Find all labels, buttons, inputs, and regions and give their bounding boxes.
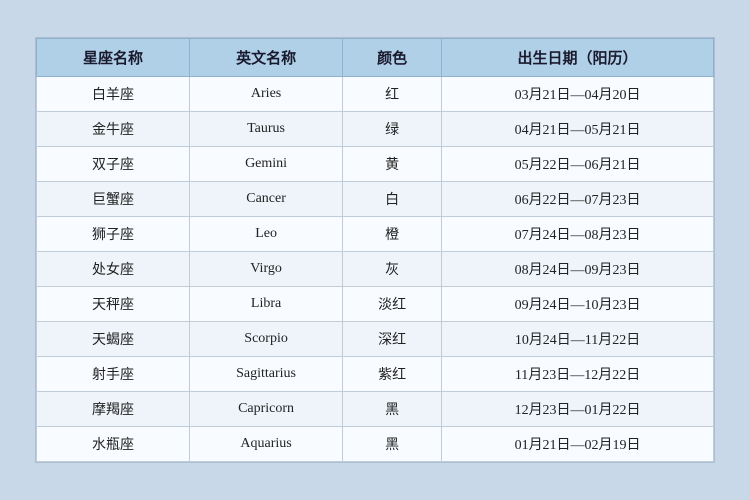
cell-color: 灰 bbox=[343, 252, 442, 287]
cell-birthdate: 05月22日—06月21日 bbox=[442, 147, 714, 182]
cell-birthdate: 01月21日—02月19日 bbox=[442, 427, 714, 462]
cell-english-name: Sagittarius bbox=[190, 357, 343, 392]
cell-color: 红 bbox=[343, 77, 442, 112]
cell-english-name: Taurus bbox=[190, 112, 343, 147]
cell-birthdate: 03月21日—04月20日 bbox=[442, 77, 714, 112]
cell-color: 黑 bbox=[343, 427, 442, 462]
cell-birthdate: 11月23日—12月22日 bbox=[442, 357, 714, 392]
cell-color: 黄 bbox=[343, 147, 442, 182]
cell-chinese-name: 白羊座 bbox=[37, 77, 190, 112]
table-row: 射手座Sagittarius紫红11月23日—12月22日 bbox=[37, 357, 714, 392]
cell-birthdate: 09月24日—10月23日 bbox=[442, 287, 714, 322]
cell-chinese-name: 摩羯座 bbox=[37, 392, 190, 427]
table-body: 白羊座Aries红03月21日—04月20日金牛座Taurus绿04月21日—0… bbox=[37, 77, 714, 462]
cell-chinese-name: 射手座 bbox=[37, 357, 190, 392]
cell-english-name: Gemini bbox=[190, 147, 343, 182]
cell-chinese-name: 天蝎座 bbox=[37, 322, 190, 357]
cell-birthdate: 06月22日—07月23日 bbox=[442, 182, 714, 217]
cell-chinese-name: 巨蟹座 bbox=[37, 182, 190, 217]
cell-english-name: Leo bbox=[190, 217, 343, 252]
cell-color: 淡红 bbox=[343, 287, 442, 322]
cell-english-name: Virgo bbox=[190, 252, 343, 287]
cell-chinese-name: 金牛座 bbox=[37, 112, 190, 147]
cell-english-name: Aries bbox=[190, 77, 343, 112]
cell-chinese-name: 双子座 bbox=[37, 147, 190, 182]
table-row: 处女座Virgo灰08月24日—09月23日 bbox=[37, 252, 714, 287]
cell-color: 紫红 bbox=[343, 357, 442, 392]
zodiac-table: 星座名称 英文名称 颜色 出生日期（阳历） 白羊座Aries红03月21日—04… bbox=[36, 38, 714, 462]
table-header-row: 星座名称 英文名称 颜色 出生日期（阳历） bbox=[37, 39, 714, 77]
cell-birthdate: 04月21日—05月21日 bbox=[442, 112, 714, 147]
table-row: 双子座Gemini黄05月22日—06月21日 bbox=[37, 147, 714, 182]
table-row: 天秤座Libra淡红09月24日—10月23日 bbox=[37, 287, 714, 322]
header-color: 颜色 bbox=[343, 39, 442, 77]
zodiac-table-container: 星座名称 英文名称 颜色 出生日期（阳历） 白羊座Aries红03月21日—04… bbox=[35, 37, 715, 463]
cell-color: 橙 bbox=[343, 217, 442, 252]
table-row: 天蝎座Scorpio深红10月24日—11月22日 bbox=[37, 322, 714, 357]
cell-english-name: Scorpio bbox=[190, 322, 343, 357]
cell-color: 白 bbox=[343, 182, 442, 217]
cell-english-name: Libra bbox=[190, 287, 343, 322]
cell-birthdate: 10月24日—11月22日 bbox=[442, 322, 714, 357]
cell-color: 绿 bbox=[343, 112, 442, 147]
cell-chinese-name: 水瓶座 bbox=[37, 427, 190, 462]
cell-birthdate: 08月24日—09月23日 bbox=[442, 252, 714, 287]
cell-chinese-name: 狮子座 bbox=[37, 217, 190, 252]
table-row: 白羊座Aries红03月21日—04月20日 bbox=[37, 77, 714, 112]
cell-birthdate: 12月23日—01月22日 bbox=[442, 392, 714, 427]
cell-chinese-name: 天秤座 bbox=[37, 287, 190, 322]
header-birthdate: 出生日期（阳历） bbox=[442, 39, 714, 77]
header-chinese-name: 星座名称 bbox=[37, 39, 190, 77]
cell-english-name: Capricorn bbox=[190, 392, 343, 427]
cell-english-name: Cancer bbox=[190, 182, 343, 217]
cell-chinese-name: 处女座 bbox=[37, 252, 190, 287]
cell-english-name: Aquarius bbox=[190, 427, 343, 462]
table-row: 摩羯座Capricorn黑12月23日—01月22日 bbox=[37, 392, 714, 427]
cell-color: 深红 bbox=[343, 322, 442, 357]
cell-color: 黑 bbox=[343, 392, 442, 427]
table-row: 巨蟹座Cancer白06月22日—07月23日 bbox=[37, 182, 714, 217]
table-row: 水瓶座Aquarius黑01月21日—02月19日 bbox=[37, 427, 714, 462]
header-english-name: 英文名称 bbox=[190, 39, 343, 77]
cell-birthdate: 07月24日—08月23日 bbox=[442, 217, 714, 252]
table-row: 狮子座Leo橙07月24日—08月23日 bbox=[37, 217, 714, 252]
table-row: 金牛座Taurus绿04月21日—05月21日 bbox=[37, 112, 714, 147]
